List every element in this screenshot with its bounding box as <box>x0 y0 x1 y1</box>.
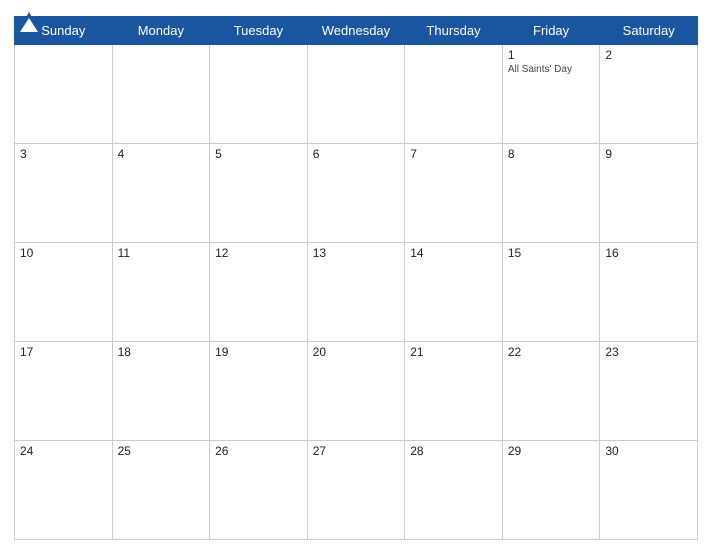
calendar-table: SundayMondayTuesdayWednesdayThursdayFrid… <box>14 16 698 540</box>
calendar-cell: 26 <box>210 441 308 540</box>
calendar-cell: 24 <box>15 441 113 540</box>
day-number: 30 <box>605 444 692 458</box>
calendar-cell: 15 <box>502 243 600 342</box>
day-number: 20 <box>313 345 400 359</box>
day-number: 3 <box>20 147 107 161</box>
day-number: 8 <box>508 147 595 161</box>
day-number: 25 <box>118 444 205 458</box>
event-label: All Saints' Day <box>508 64 595 75</box>
day-number: 27 <box>313 444 400 458</box>
generalblue-logo-icon <box>14 10 44 40</box>
calendar-cell: 2 <box>600 45 698 144</box>
calendar-cell: 19 <box>210 342 308 441</box>
day-number: 12 <box>215 246 302 260</box>
calendar-week-row: 3456789 <box>15 144 698 243</box>
calendar-cell <box>210 45 308 144</box>
calendar-cell: 23 <box>600 342 698 441</box>
calendar-cell: 28 <box>405 441 503 540</box>
calendar-week-row: 17 18 19 20 21 22 23 <box>15 342 698 441</box>
calendar-cell: 1 All Saints' Day <box>502 45 600 144</box>
calendar-week-row: 24 25 26 27 28 29 30 <box>15 441 698 540</box>
day-number: 9 <box>605 147 692 161</box>
day-number: 18 <box>118 345 205 359</box>
day-number: 5 <box>215 147 302 161</box>
weekday-header-saturday: Saturday <box>600 17 698 45</box>
calendar-cell <box>15 45 113 144</box>
weekday-header-friday: Friday <box>502 17 600 45</box>
day-number: 23 <box>605 345 692 359</box>
calendar-cell: 11 <box>112 243 210 342</box>
day-number: 29 <box>508 444 595 458</box>
calendar-wrapper: SundayMondayTuesdayWednesdayThursdayFrid… <box>0 0 712 550</box>
day-number: 22 <box>508 345 595 359</box>
calendar-cell: 7 <box>405 144 503 243</box>
weekday-header-monday: Monday <box>112 17 210 45</box>
day-number: 14 <box>410 246 497 260</box>
calendar-cell: 27 <box>307 441 405 540</box>
weekday-header-thursday: Thursday <box>405 17 503 45</box>
calendar-cell: 9 <box>600 144 698 243</box>
day-number: 13 <box>313 246 400 260</box>
day-number: 15 <box>508 246 595 260</box>
calendar-cell: 5 <box>210 144 308 243</box>
calendar-cell: 18 <box>112 342 210 441</box>
calendar-cell: 12 <box>210 243 308 342</box>
calendar-cell: 8 <box>502 144 600 243</box>
day-number: 6 <box>313 147 400 161</box>
calendar-cell: 3 <box>15 144 113 243</box>
calendar-cell: 25 <box>112 441 210 540</box>
weekday-header-wednesday: Wednesday <box>307 17 405 45</box>
calendar-cell: 30 <box>600 441 698 540</box>
calendar-cell: 22 <box>502 342 600 441</box>
calendar-cell: 21 <box>405 342 503 441</box>
calendar-cell: 29 <box>502 441 600 540</box>
calendar-cell <box>307 45 405 144</box>
day-number: 4 <box>118 147 205 161</box>
calendar-cell <box>112 45 210 144</box>
calendar-week-row: 1 All Saints' Day 2 <box>15 45 698 144</box>
day-number: 17 <box>20 345 107 359</box>
calendar-cell: 20 <box>307 342 405 441</box>
day-number: 2 <box>605 48 692 62</box>
day-number: 21 <box>410 345 497 359</box>
day-number: 10 <box>20 246 107 260</box>
calendar-cell: 16 <box>600 243 698 342</box>
calendar-cell: 13 <box>307 243 405 342</box>
calendar-cell: 17 <box>15 342 113 441</box>
day-number: 7 <box>410 147 497 161</box>
calendar-cell: 6 <box>307 144 405 243</box>
calendar-cell <box>405 45 503 144</box>
day-number: 19 <box>215 345 302 359</box>
calendar-week-row: 10 11 12 13 14 15 16 <box>15 243 698 342</box>
day-number: 28 <box>410 444 497 458</box>
weekday-header-row: SundayMondayTuesdayWednesdayThursdayFrid… <box>15 17 698 45</box>
day-number: 16 <box>605 246 692 260</box>
day-number: 11 <box>118 246 205 260</box>
calendar-cell: 14 <box>405 243 503 342</box>
calendar-cell: 10 <box>15 243 113 342</box>
day-number: 1 <box>508 48 595 62</box>
logo <box>14 10 47 40</box>
calendar-cell: 4 <box>112 144 210 243</box>
calendar-body: 1All Saints' Day234567891011121314151617… <box>15 45 698 540</box>
day-number: 24 <box>20 444 107 458</box>
day-number: 26 <box>215 444 302 458</box>
weekday-header-tuesday: Tuesday <box>210 17 308 45</box>
